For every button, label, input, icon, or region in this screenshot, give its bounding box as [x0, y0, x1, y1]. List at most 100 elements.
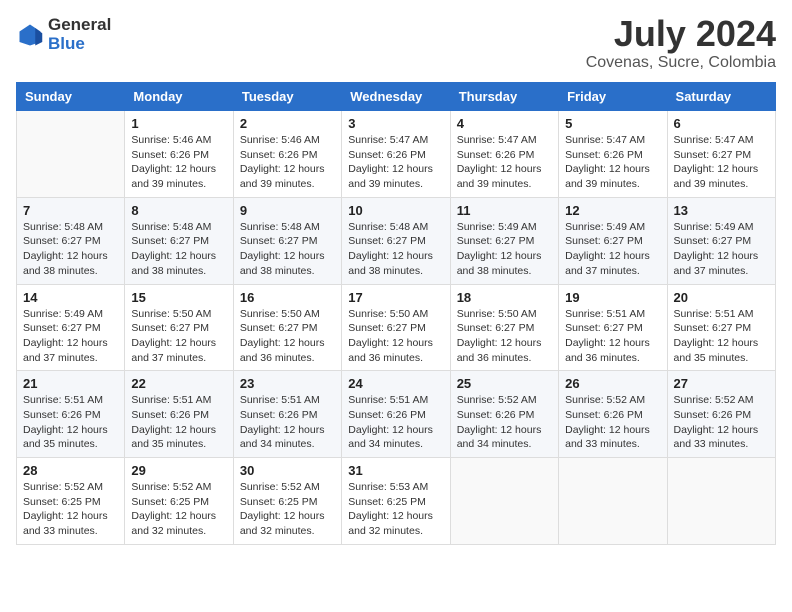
cell-info: Sunrise: 5:52 AMSunset: 6:25 PMDaylight:…	[131, 480, 226, 539]
cell-day-number: 3	[348, 116, 443, 131]
calendar-cell: 1 Sunrise: 5:46 AMSunset: 6:26 PMDaylight…	[125, 111, 233, 198]
cell-day-number: 12	[565, 203, 660, 218]
cell-day-number: 8	[131, 203, 226, 218]
cell-info: Sunrise: 5:50 AMSunset: 6:27 PMDaylight:…	[348, 307, 443, 366]
cell-day-number: 9	[240, 203, 335, 218]
calendar-cell: 15 Sunrise: 5:50 AMSunset: 6:27 PMDayligh…	[125, 284, 233, 371]
cell-info: Sunrise: 5:48 AMSunset: 6:27 PMDaylight:…	[240, 220, 335, 279]
cell-day-number: 29	[131, 463, 226, 478]
cell-info: Sunrise: 5:52 AMSunset: 6:26 PMDaylight:…	[457, 393, 552, 452]
calendar-title: July 2024	[586, 16, 776, 52]
calendar-cell	[17, 111, 125, 198]
cell-day-number: 11	[457, 203, 552, 218]
cell-day-number: 21	[23, 376, 118, 391]
cell-day-number: 1	[131, 116, 226, 131]
calendar-cell: 6 Sunrise: 5:47 AMSunset: 6:27 PMDaylight…	[667, 111, 775, 198]
calendar-cell: 17 Sunrise: 5:50 AMSunset: 6:27 PMDayligh…	[342, 284, 450, 371]
calendar-cell: 12 Sunrise: 5:49 AMSunset: 6:27 PMDayligh…	[559, 197, 667, 284]
cell-day-number: 18	[457, 290, 552, 305]
cell-info: Sunrise: 5:53 AMSunset: 6:25 PMDaylight:…	[348, 480, 443, 539]
cell-day-number: 28	[23, 463, 118, 478]
calendar-cell: 4 Sunrise: 5:47 AMSunset: 6:26 PMDaylight…	[450, 111, 558, 198]
cell-info: Sunrise: 5:47 AMSunset: 6:26 PMDaylight:…	[348, 133, 443, 192]
calendar-cell: 3 Sunrise: 5:47 AMSunset: 6:26 PMDaylight…	[342, 111, 450, 198]
cell-day-number: 20	[674, 290, 769, 305]
cell-day-number: 13	[674, 203, 769, 218]
page-header: General Blue July 2024 Covenas, Sucre, C…	[16, 16, 776, 72]
cell-info: Sunrise: 5:50 AMSunset: 6:27 PMDaylight:…	[240, 307, 335, 366]
cell-info: Sunrise: 5:48 AMSunset: 6:27 PMDaylight:…	[131, 220, 226, 279]
calendar-cell: 19Sunrise: 5:51 AMSunset: 6:27 PMDayligh…	[559, 284, 667, 371]
cell-info: Sunrise: 5:51 AMSunset: 6:27 PMDaylight:…	[674, 307, 769, 366]
cell-info: Sunrise: 5:46 AMSunset: 6:26 PMDaylight:…	[240, 133, 335, 192]
calendar-location: Covenas, Sucre, Colombia	[586, 54, 776, 72]
cell-info: Sunrise: 5:50 AMSunset: 6:27 PMDaylight:…	[457, 307, 552, 366]
calendar-table: SundayMondayTuesdayWednesdayThursdayFrid…	[16, 82, 776, 545]
cell-info: Sunrise: 5:47 AMSunset: 6:26 PMDaylight:…	[457, 133, 552, 192]
calendar-week-row: 1 Sunrise: 5:46 AMSunset: 6:26 PMDaylight…	[17, 111, 776, 198]
cell-info: Sunrise: 5:47 AMSunset: 6:26 PMDaylight:…	[565, 133, 660, 192]
calendar-cell: 29 Sunrise: 5:52 AMSunset: 6:25 PMDayligh…	[125, 458, 233, 545]
weekday-header: Saturday	[667, 83, 775, 111]
calendar-cell	[559, 458, 667, 545]
cell-info: Sunrise: 5:49 AMSunset: 6:27 PMDaylight:…	[674, 220, 769, 279]
weekday-header: Thursday	[450, 83, 558, 111]
cell-info: Sunrise: 5:50 AMSunset: 6:27 PMDaylight:…	[131, 307, 226, 366]
calendar-cell: 20 Sunrise: 5:51 AMSunset: 6:27 PMDayligh…	[667, 284, 775, 371]
cell-day-number: 19	[565, 290, 660, 305]
cell-info: Sunrise: 5:51 AMSunset: 6:26 PMDaylight:…	[131, 393, 226, 452]
calendar-header-row: SundayMondayTuesdayWednesdayThursdayFrid…	[17, 83, 776, 111]
cell-day-number: 23	[240, 376, 335, 391]
cell-info: Sunrise: 5:52 AMSunset: 6:25 PMDaylight:…	[240, 480, 335, 539]
calendar-cell: 9 Sunrise: 5:48 AMSunset: 6:27 PMDaylight…	[233, 197, 341, 284]
title-block: July 2024 Covenas, Sucre, Colombia	[586, 16, 776, 72]
cell-day-number: 10	[348, 203, 443, 218]
calendar-week-row: 14 Sunrise: 5:49 AMSunset: 6:27 PMDayligh…	[17, 284, 776, 371]
cell-info: Sunrise: 5:49 AMSunset: 6:27 PMDaylight:…	[23, 307, 118, 366]
weekday-header: Wednesday	[342, 83, 450, 111]
weekday-header: Friday	[559, 83, 667, 111]
cell-day-number: 26	[565, 376, 660, 391]
calendar-cell: 8 Sunrise: 5:48 AMSunset: 6:27 PMDaylight…	[125, 197, 233, 284]
calendar-cell: 18 Sunrise: 5:50 AMSunset: 6:27 PMDayligh…	[450, 284, 558, 371]
cell-day-number: 2	[240, 116, 335, 131]
cell-info: Sunrise: 5:47 AMSunset: 6:27 PMDaylight:…	[674, 133, 769, 192]
cell-day-number: 17	[348, 290, 443, 305]
calendar-cell: 13 Sunrise: 5:49 AMSunset: 6:27 PMDayligh…	[667, 197, 775, 284]
calendar-cell	[667, 458, 775, 545]
calendar-cell: 14 Sunrise: 5:49 AMSunset: 6:27 PMDayligh…	[17, 284, 125, 371]
cell-day-number: 6	[674, 116, 769, 131]
calendar-cell: 27 Sunrise: 5:52 AMSunset: 6:26 PMDayligh…	[667, 371, 775, 458]
cell-info: Sunrise: 5:52 AMSunset: 6:25 PMDaylight:…	[23, 480, 118, 539]
cell-day-number: 15	[131, 290, 226, 305]
cell-info: Sunrise: 5:51 AMSunset: 6:26 PMDaylight:…	[240, 393, 335, 452]
weekday-header: Tuesday	[233, 83, 341, 111]
cell-info: Sunrise: 5:52 AMSunset: 6:26 PMDaylight:…	[674, 393, 769, 452]
cell-info: Sunrise: 5:51 AMSunset: 6:26 PMDaylight:…	[23, 393, 118, 452]
calendar-cell: 24Sunrise: 5:51 AMSunset: 6:26 PMDayligh…	[342, 371, 450, 458]
calendar-cell: 25 Sunrise: 5:52 AMSunset: 6:26 PMDayligh…	[450, 371, 558, 458]
calendar-cell: 22 Sunrise: 5:51 AMSunset: 6:26 PMDayligh…	[125, 371, 233, 458]
calendar-week-row: 7 Sunrise: 5:48 AMSunset: 6:27 PMDaylight…	[17, 197, 776, 284]
calendar-cell: 28 Sunrise: 5:52 AMSunset: 6:25 PMDayligh…	[17, 458, 125, 545]
calendar-cell: 10Sunrise: 5:48 AMSunset: 6:27 PMDayligh…	[342, 197, 450, 284]
logo-icon	[16, 21, 44, 49]
cell-info: Sunrise: 5:49 AMSunset: 6:27 PMDaylight:…	[457, 220, 552, 279]
calendar-cell: 26Sunrise: 5:52 AMSunset: 6:26 PMDayligh…	[559, 371, 667, 458]
cell-info: Sunrise: 5:49 AMSunset: 6:27 PMDaylight:…	[565, 220, 660, 279]
calendar-cell: 30 Sunrise: 5:52 AMSunset: 6:25 PMDayligh…	[233, 458, 341, 545]
cell-day-number: 25	[457, 376, 552, 391]
cell-day-number: 4	[457, 116, 552, 131]
cell-day-number: 22	[131, 376, 226, 391]
cell-day-number: 5	[565, 116, 660, 131]
cell-info: Sunrise: 5:48 AMSunset: 6:27 PMDaylight:…	[23, 220, 118, 279]
cell-day-number: 14	[23, 290, 118, 305]
cell-day-number: 16	[240, 290, 335, 305]
cell-day-number: 24	[348, 376, 443, 391]
calendar-cell: 2 Sunrise: 5:46 AMSunset: 6:26 PMDaylight…	[233, 111, 341, 198]
cell-day-number: 27	[674, 376, 769, 391]
cell-day-number: 7	[23, 203, 118, 218]
calendar-cell: 7 Sunrise: 5:48 AMSunset: 6:27 PMDaylight…	[17, 197, 125, 284]
cell-day-number: 30	[240, 463, 335, 478]
cell-info: Sunrise: 5:46 AMSunset: 6:26 PMDaylight:…	[131, 133, 226, 192]
